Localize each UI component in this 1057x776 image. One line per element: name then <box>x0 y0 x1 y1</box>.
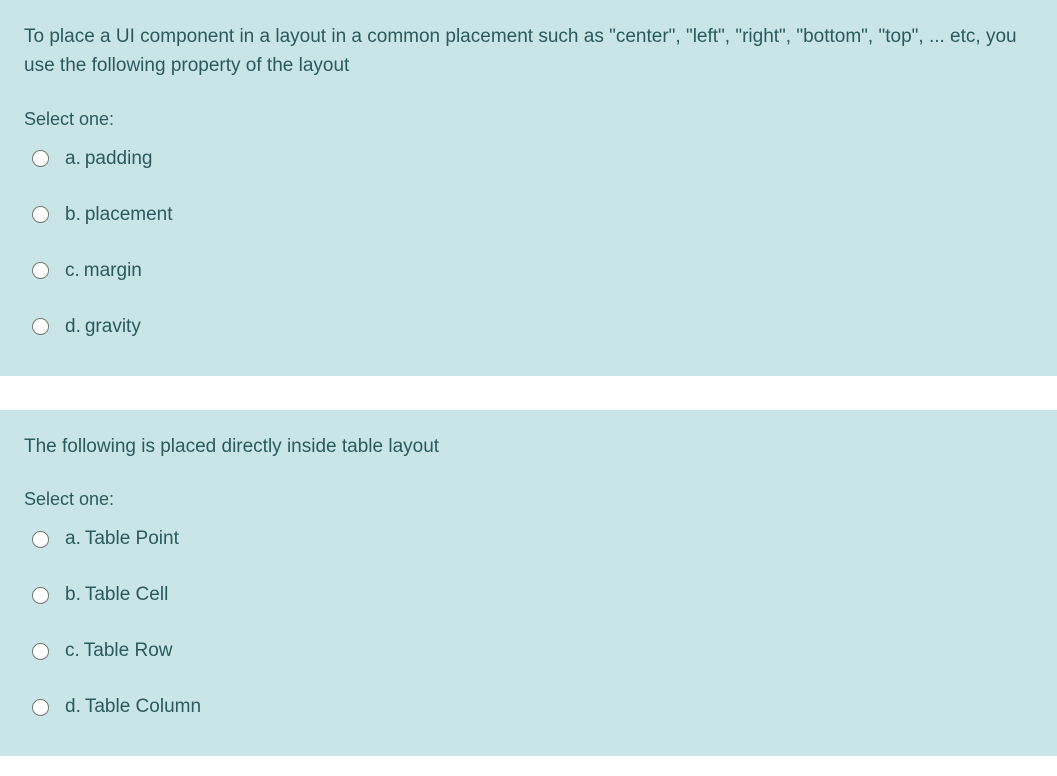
option-b[interactable]: b.placement <box>24 196 1033 234</box>
option-a[interactable]: a.padding <box>24 140 1033 178</box>
option-letter: b. <box>65 204 81 225</box>
option-label: b.placement <box>65 204 173 226</box>
option-label: a.padding <box>65 148 152 170</box>
option-d[interactable]: d.gravity <box>24 308 1033 346</box>
option-text: Table Point <box>85 528 179 549</box>
option-c[interactable]: c.margin <box>24 252 1033 290</box>
radio-option-c[interactable] <box>32 643 49 660</box>
option-letter: c. <box>65 260 80 281</box>
option-letter: b. <box>65 584 81 605</box>
option-letter: a. <box>65 528 81 549</box>
option-text: padding <box>85 148 153 169</box>
radio-option-a[interactable] <box>32 150 49 167</box>
block-separator <box>0 376 1057 410</box>
option-label: d.gravity <box>65 316 141 338</box>
option-text: Table Column <box>85 696 201 717</box>
option-label: c.margin <box>65 260 142 282</box>
option-label: d.Table Column <box>65 696 201 718</box>
radio-option-c[interactable] <box>32 262 49 279</box>
option-d[interactable]: d.Table Column <box>24 688 1033 726</box>
option-letter: d. <box>65 696 81 717</box>
option-letter: a. <box>65 148 81 169</box>
radio-option-a[interactable] <box>32 531 49 548</box>
option-text: margin <box>84 260 142 281</box>
radio-option-d[interactable] <box>32 318 49 335</box>
option-a[interactable]: a.Table Point <box>24 520 1033 558</box>
option-b[interactable]: b.Table Cell <box>24 576 1033 614</box>
option-text: Table Row <box>84 640 173 661</box>
question-text: To place a UI component in a layout in a… <box>24 22 1033 81</box>
option-letter: c. <box>65 640 80 661</box>
option-label: a.Table Point <box>65 528 179 550</box>
select-one-prompt: Select one: <box>24 489 1033 510</box>
radio-option-b[interactable] <box>32 206 49 223</box>
option-label: b.Table Cell <box>65 584 168 606</box>
question-text: The following is placed directly inside … <box>24 432 1033 461</box>
option-text: gravity <box>85 316 141 337</box>
radio-option-b[interactable] <box>32 587 49 604</box>
option-letter: d. <box>65 316 81 337</box>
option-c[interactable]: c.Table Row <box>24 632 1033 670</box>
option-text: placement <box>85 204 173 225</box>
option-label: c.Table Row <box>65 640 173 662</box>
question-block-2: The following is placed directly inside … <box>0 410 1057 756</box>
question-block-1: To place a UI component in a layout in a… <box>0 0 1057 376</box>
select-one-prompt: Select one: <box>24 109 1033 130</box>
option-text: Table Cell <box>85 584 168 605</box>
radio-option-d[interactable] <box>32 699 49 716</box>
